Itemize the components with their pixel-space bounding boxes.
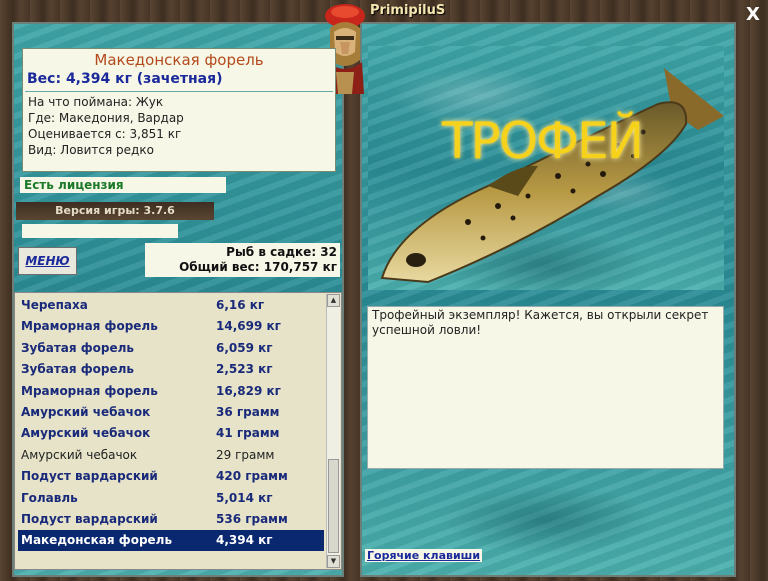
catch-fish-weight: 6,059 кг xyxy=(216,340,273,355)
catch-fish-name: Македонская форель xyxy=(21,533,173,548)
caught-with-line: На что поймана: Жук xyxy=(28,95,164,109)
catch-row[interactable]: Мраморная форель 14,699 кг xyxy=(18,316,324,337)
username-label: PrimipiluS xyxy=(370,3,446,18)
catch-row[interactable]: Амурский чебачок 36 грамм xyxy=(18,402,324,423)
catch-row[interactable]: Амурский чебачок 29 грамм xyxy=(18,445,324,466)
catch-fish-weight: 4,394 кг xyxy=(216,533,273,548)
trophy-fish-image: ТРОФЕЙ xyxy=(368,46,724,290)
rated-from-line: Оценивается с: 3,851 кг xyxy=(28,127,182,141)
catch-row[interactable]: Зубатая форель 6,059 кг xyxy=(18,338,324,359)
hotkeys-link[interactable]: Горячие клавиши xyxy=(365,549,483,562)
catch-fish-name: Черепаха xyxy=(21,298,88,312)
catch-row[interactable]: Подуст вардарский 536 грамм xyxy=(18,509,324,530)
trophy-description: Трофейный экземпляр! Кажется, вы открыли… xyxy=(367,306,724,469)
catch-list[interactable]: Черепаха 6,16 кг Мраморная форель 14,699 кг… xyxy=(14,292,342,570)
scrollbar[interactable]: ▲ ▼ xyxy=(326,294,340,568)
license-status: Есть лицензия xyxy=(20,177,226,193)
fish-info-card: Македонская форель Вес: 4,394 кг (зачетн… xyxy=(22,48,336,172)
catch-fish-name: Голавль xyxy=(21,490,78,505)
blank-field xyxy=(22,224,178,238)
catch-fish-name: Зубатая форель xyxy=(21,362,135,377)
species-line: Вид: Ловится редко xyxy=(28,143,154,157)
keepnet-stats: Рыб в садке: 32 Общий вес: 170,757 кг xyxy=(145,243,340,277)
catch-row[interactable]: Македонская форель 4,394 кг xyxy=(18,530,324,552)
catch-row[interactable]: Подуст вардарский 420 грамм xyxy=(18,466,324,487)
catch-fish-weight: 41 грамм xyxy=(216,426,280,441)
catch-fish-weight: 536 грамм xyxy=(216,512,288,526)
catch-fish-weight: 5,014 кг xyxy=(216,490,273,505)
catch-fish-weight: 14,699 кг xyxy=(216,319,281,334)
catch-fish-weight: 36 грамм xyxy=(216,405,280,419)
location-line: Где: Македония, Вардар xyxy=(28,111,184,125)
catch-row[interactable]: Черепаха 6,16 кг xyxy=(18,295,324,316)
catch-fish-name: Амурский чебачок xyxy=(21,426,151,441)
catch-fish-name: Мраморная форель xyxy=(21,319,158,334)
card-divider xyxy=(25,91,333,92)
total-weight: Общий вес: 170,757 кг xyxy=(179,260,337,274)
catch-row[interactable]: Мраморная форель 16,829 кг xyxy=(18,381,324,402)
fish-count: Рыб в садке: 32 xyxy=(226,245,337,259)
catch-fish-name: Подуст вардарский xyxy=(21,512,158,526)
close-button[interactable]: X xyxy=(742,4,764,26)
scroll-down-icon[interactable]: ▼ xyxy=(327,555,340,568)
scroll-up-icon[interactable]: ▲ xyxy=(327,294,340,307)
catch-row[interactable]: Голавль 5,014 кг xyxy=(18,488,324,509)
catch-fish-weight: 2,523 кг xyxy=(216,362,273,377)
catch-fish-weight: 420 грамм xyxy=(216,469,288,484)
game-version: Версия игры: 3.7.6 xyxy=(16,202,214,220)
catch-fish-weight: 6,16 кг xyxy=(216,298,265,312)
catch-row[interactable]: Амурский чебачок 41 грамм xyxy=(18,423,324,444)
menu-button[interactable]: МЕНЮ xyxy=(18,247,77,275)
catch-fish-name: Амурский чебачок xyxy=(21,405,151,419)
trophy-title: ТРОФЕЙ xyxy=(442,112,644,170)
catch-row[interactable]: Зубатая форель 2,523 кг xyxy=(18,359,324,380)
fish-name: Македонская форель xyxy=(94,51,264,69)
catch-fish-weight: 29 грамм xyxy=(216,447,275,462)
scroll-thumb[interactable] xyxy=(328,459,339,553)
catch-fish-name: Мраморная форель xyxy=(21,383,158,398)
catch-fish-weight: 16,829 кг xyxy=(216,383,281,398)
fish-weight: Вес: 4,394 кг (зачетная) xyxy=(27,71,223,87)
catch-fish-name: Амурский чебачок xyxy=(21,447,138,462)
catch-fish-name: Подуст вардарский xyxy=(21,469,158,484)
catch-fish-name: Зубатая форель xyxy=(21,340,135,355)
